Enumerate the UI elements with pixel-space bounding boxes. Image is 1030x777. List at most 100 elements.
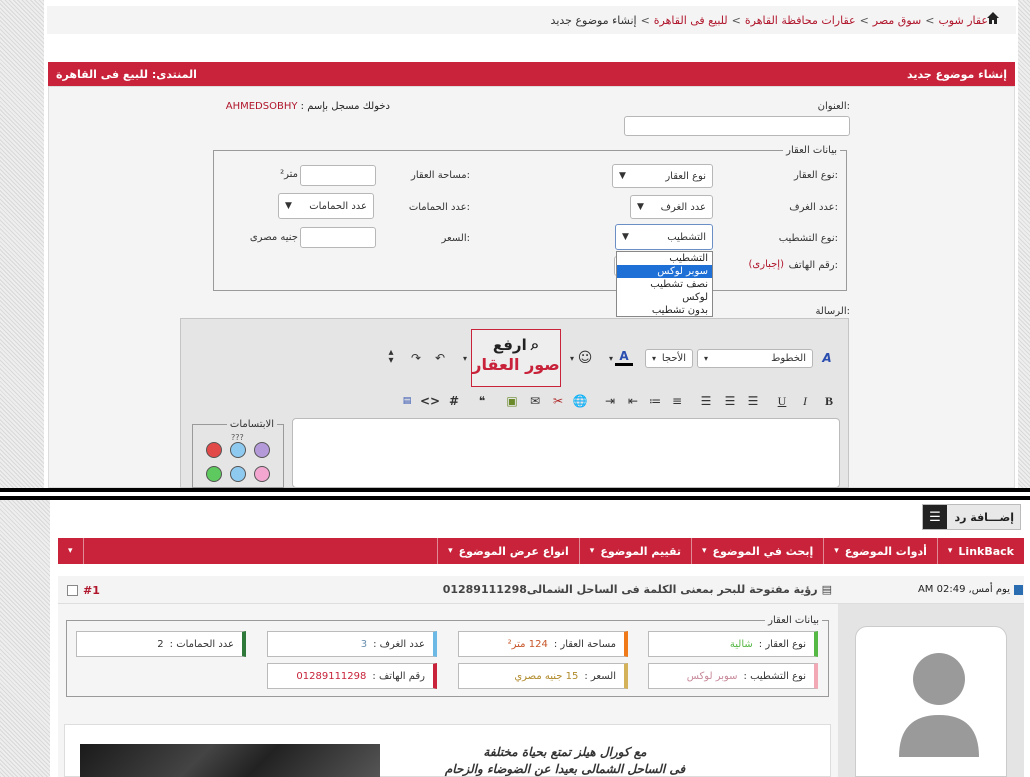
post-title: ▤ رؤية مفتوحة للبحر بمعنى الكلمة فى السا… [442, 583, 832, 596]
dropdown-option[interactable]: نصف تشطيب [617, 278, 712, 291]
rooms-label: عدد الغرف: [789, 202, 838, 213]
code-icon[interactable]: <> [420, 392, 440, 410]
italic-icon[interactable]: I [796, 392, 814, 410]
post-text-line-2: فى الساحل الشمالى بعيدا عن الضوضاء والزح… [444, 762, 686, 776]
confused-smile-icon[interactable] [230, 442, 246, 458]
chevron-down-icon: ▾ [834, 546, 839, 556]
property-type-select[interactable]: نوع العقار ▼ [612, 164, 713, 188]
post-icon [1014, 584, 1023, 595]
price-input[interactable] [300, 227, 376, 248]
price-unit: جنيه مصرى [249, 232, 298, 243]
nav-rate-thread[interactable]: تقييم الموضوع ▾ [578, 538, 691, 564]
title-input[interactable] [624, 116, 850, 136]
post-date: يوم أمس, 02:49 AM [895, 584, 1023, 595]
breadcrumb-link[interactable]: عقار شوب [938, 14, 988, 27]
title-label: العنوان: [817, 101, 850, 112]
speech-bubble-icon: ☰ [923, 505, 947, 529]
outdent-icon[interactable]: ⇤ [624, 392, 642, 410]
frown-smile-icon[interactable] [254, 442, 270, 458]
baths-select[interactable]: عدد الحمامات ▼ [278, 193, 374, 219]
chevron-down-icon: ▼ [637, 202, 644, 212]
nav-display-modes[interactable]: انواع عرض الموضوع ▾ [437, 538, 579, 564]
nav-extra-dropdown[interactable]: ▾ [58, 538, 84, 564]
align-center-icon[interactable]: ☰ [721, 392, 739, 410]
finish-select[interactable]: التشطيب ▼ [615, 224, 713, 250]
chevron-down-icon: ▾ [652, 354, 657, 363]
wink-smile-icon[interactable] [254, 466, 270, 482]
post-select-checkbox[interactable] [67, 585, 78, 596]
chevron-down-icon[interactable]: ▾ [563, 349, 581, 367]
rooms-select[interactable]: عدد الغرف ▼ [630, 195, 713, 219]
chevron-down-icon[interactable]: ▾ [456, 349, 474, 367]
chevron-down-icon: ▾ [947, 546, 953, 556]
detail-area: مساحة العقار :124 متر² [458, 631, 628, 657]
finish-dropdown-list: التشطيب سوبر لوكس نصف تشطيب لوكس بدون تش… [616, 251, 713, 317]
left-background-pattern [0, 0, 44, 488]
breadcrumb-link[interactable]: عقارات محافظة القاهرة [745, 14, 856, 27]
user-avatar[interactable] [855, 626, 1007, 777]
chevron-down-icon: ▾ [448, 546, 453, 556]
font-select[interactable]: الخطوط ▾ [697, 349, 813, 368]
resize-icon[interactable]: ▴ ▾ [382, 348, 400, 366]
upload-photos-banner[interactable]: ارفع ⌕ صور العقار [471, 329, 561, 387]
grin-smile-icon[interactable] [206, 466, 222, 482]
home-icon[interactable] [986, 11, 1000, 25]
left-background-pattern-lower [0, 500, 50, 777]
link-icon[interactable]: 🌐 [571, 392, 589, 410]
post-number[interactable]: #1 [83, 584, 100, 597]
message-textarea[interactable] [292, 418, 840, 488]
php-icon[interactable]: ▤ [398, 392, 416, 410]
detail-phone: رقم الهاتف :01289111298 [267, 663, 437, 689]
form-title: إنشاء موضوع جديد [906, 67, 1007, 81]
ordered-list-icon[interactable]: ≡ [668, 392, 686, 410]
email-link-icon[interactable]: ✉ [526, 392, 544, 410]
chevron-down-icon: ▾ [68, 546, 73, 556]
unordered-list-icon[interactable]: ≔ [646, 392, 664, 410]
nav-linkback[interactable]: LinkBack ▾ [936, 538, 1024, 564]
smile-icon[interactable] [230, 466, 246, 482]
property-type-label: نوع العقار: [793, 170, 838, 181]
finish-label: نوع التشطيب: [778, 233, 838, 244]
undo-icon[interactable]: ↶ [431, 349, 449, 367]
detail-finish: نوع التشطيب : سوبر لوكس [648, 663, 818, 689]
unlink-icon[interactable]: ✂ [549, 392, 567, 410]
redo-icon[interactable]: ↷ [407, 349, 425, 367]
breadcrumb-link[interactable]: للبيع فى القاهرة [654, 14, 728, 27]
chevron-down-icon[interactable]: ▾ [602, 349, 620, 367]
detail-property-type: نوع العقار : شالية [648, 631, 818, 657]
dropdown-option[interactable]: لوكس [617, 291, 712, 304]
dropdown-option[interactable]: التشطيب [617, 252, 712, 265]
chevron-down-icon: ▼ [285, 201, 292, 211]
area-input[interactable] [300, 165, 376, 186]
post-image [80, 744, 380, 777]
align-right-icon[interactable]: ☰ [744, 392, 762, 410]
price-label: السعر: [441, 233, 470, 244]
smile-marker: ??? [231, 433, 244, 442]
align-left-icon[interactable]: ☰ [697, 392, 715, 410]
breadcrumb: عقار شوب > سوق مصر > عقارات محافظة القاه… [47, 6, 1016, 34]
detail-price: السعر :15 جنيه مصري [458, 663, 628, 689]
quote-icon[interactable]: ❝ [473, 392, 491, 410]
breadcrumb-link[interactable]: سوق مصر [873, 14, 921, 27]
dropdown-option[interactable]: بدون تشطيب [617, 304, 712, 317]
underline-icon[interactable]: U [773, 392, 791, 410]
thread-tools-bar: LinkBack ▾ أدوات الموضوع ▾ إبحث في الموضوع… [58, 538, 1024, 564]
breadcrumb-current: إنشاء موضوع جديد [550, 13, 637, 27]
username: AHMEDSOBHY [225, 101, 298, 112]
nav-thread-tools[interactable]: أدوات الموضوع ▾ [823, 538, 937, 564]
dropdown-option-selected[interactable]: سوبر لوكس [617, 265, 712, 278]
hash-icon[interactable]: # [445, 392, 463, 410]
indent-icon[interactable]: ⇥ [601, 392, 619, 410]
screenshot-divider [0, 488, 1030, 500]
nav-search-thread[interactable]: إبحث في الموضوع ▾ [691, 538, 823, 564]
remove-format-icon[interactable]: A [818, 349, 836, 367]
size-select[interactable]: الأحجا ▾ [645, 349, 693, 368]
angry-smile-icon[interactable] [206, 442, 222, 458]
right-background-pattern [1018, 0, 1030, 488]
area-unit: متر² [280, 169, 298, 180]
reply-button[interactable]: إضـــافة رد ☰ [922, 504, 1021, 530]
logged-in-text: دخولك مسجل بإسم : AHMEDSOBHY [225, 101, 390, 112]
baths-label: عدد الحمامات: [408, 202, 470, 213]
insert-image-icon[interactable]: ▣ [503, 392, 521, 410]
bold-icon[interactable]: B [820, 392, 838, 410]
